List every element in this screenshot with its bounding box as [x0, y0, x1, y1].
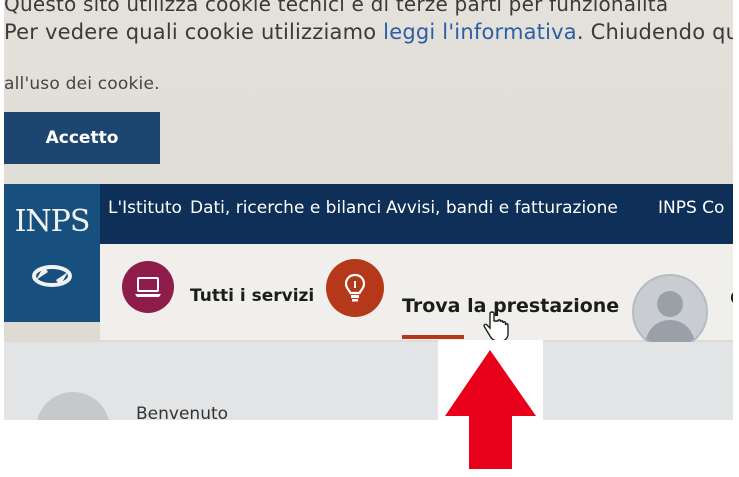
- nav-item-avvisi-bandi[interactable]: Avvisi, bandi e fatturazione: [386, 198, 618, 218]
- lightbulb-icon: [344, 273, 366, 302]
- tutti-servizi-circle[interactable]: [122, 261, 174, 313]
- laptop-icon: [135, 277, 161, 297]
- user-avatar[interactable]: [632, 274, 708, 350]
- annotation-box: [438, 340, 543, 473]
- active-tab-underline: [402, 335, 464, 339]
- accept-cookies-button[interactable]: Accetto: [4, 112, 160, 164]
- hand-cursor-icon: [483, 311, 509, 342]
- service-bar: Tutti i servizi Trova la prestazione G: [100, 244, 733, 350]
- inps-logo[interactable]: INPS: [4, 184, 100, 322]
- top-navigation: L'Istituto Dati, ricerche e bilanci Avvi…: [4, 184, 733, 244]
- nav-item-inps-comunica[interactable]: INPS Co: [658, 198, 724, 218]
- cookie-text-prefix: Per vedere quali cookie utilizziamo: [4, 20, 384, 44]
- cookie-policy-link[interactable]: leggi l'informativa: [383, 20, 577, 44]
- cookie-text-line3: all'uso dei cookie.: [4, 74, 160, 94]
- screen-photo: Questo sito utilizza cookie tecnici e di…: [4, 0, 733, 420]
- cookie-text-suffix: . Chiudendo questo: [576, 20, 733, 44]
- user-avatar-icon: [644, 291, 696, 348]
- arrow-up-icon: [445, 350, 536, 469]
- nav-item-dati-ricerche-bilanci[interactable]: Dati, ricerche e bilanci: [190, 198, 381, 218]
- cookie-text-line2: Per vedere quali cookie utilizziamo legg…: [4, 20, 733, 44]
- tutti-servizi-link[interactable]: Tutti i servizi: [190, 286, 314, 306]
- logo-text: INPS: [14, 204, 91, 239]
- trova-prestazione-circle[interactable]: [326, 259, 384, 317]
- welcome-avatar: [36, 392, 110, 420]
- nav-item-istituto[interactable]: L'Istituto: [108, 198, 182, 218]
- truncated-menu-label[interactable]: G: [730, 288, 733, 309]
- welcome-section: Benvenuto: [4, 342, 733, 420]
- cookie-text-line1: Questo sito utilizza cookie tecnici e di…: [4, 0, 669, 16]
- welcome-text: Benvenuto: [136, 404, 229, 420]
- logo-swoosh-icon: [32, 265, 72, 287]
